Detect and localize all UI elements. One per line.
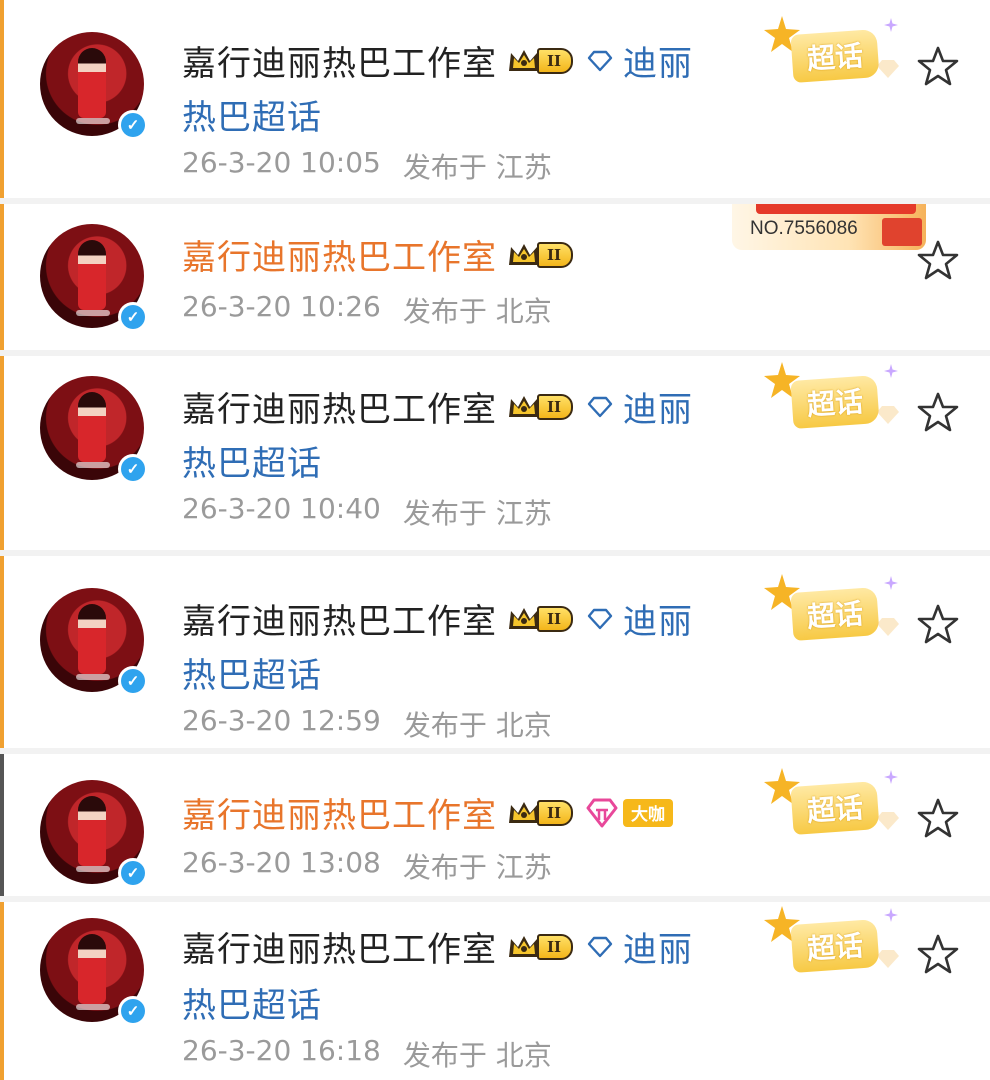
name-line: 嘉行迪丽热巴工作室 II 迪丽 [182, 36, 693, 85]
star-outline-icon[interactable] [916, 602, 960, 646]
name-line: 嘉行迪丽热巴工作室 II 迪丽 [182, 594, 693, 643]
post-location: 发布于 江苏 [402, 851, 552, 884]
topic-link[interactable]: 迪丽 [623, 382, 693, 431]
post-location: 发布于 江苏 [402, 497, 552, 530]
avatar-figure [78, 240, 106, 310]
author-name[interactable]: 嘉行迪丽热巴工作室 [182, 788, 497, 837]
name-line: 嘉行迪丽热巴工作室 II 大咖 [182, 788, 674, 837]
post-date: 26-3-20 10:05 [182, 146, 381, 179]
level-badge: II [537, 799, 574, 826]
crown-icon[interactable]: II [507, 930, 574, 964]
crown-icon[interactable]: II [507, 796, 574, 830]
post-header-card: NO.7556086 ✓ 嘉行迪丽热巴工作室 II 26-3-20 10:26 … [0, 204, 990, 350]
avatar-figure [78, 392, 106, 462]
crown-icon[interactable]: II [507, 602, 574, 636]
super-topic-badge[interactable]: 超话 [762, 14, 912, 94]
post-location: 发布于 北京 [402, 709, 552, 742]
avatar-figure [78, 48, 106, 118]
verified-icon: ✓ [118, 858, 148, 888]
level-badge: II [537, 605, 574, 632]
crown-icon[interactable]: II [507, 238, 574, 272]
post-header-card: ✓ 嘉行迪丽热巴工作室 II 迪丽 热巴超话 26-3-20 10:05 发布于… [0, 0, 990, 198]
post-meta: 26-3-20 10:05 发布于 江苏 [182, 146, 552, 186]
avatar-caption [76, 310, 110, 316]
super-topic-badge[interactable]: 超话 [762, 904, 912, 984]
post-header-card: ✓ 嘉行迪丽热巴工作室 II 迪丽 热巴超话 26-3-20 10:40 发布于… [0, 356, 990, 550]
avatar-caption [76, 118, 110, 124]
post-meta: 26-3-20 16:18 发布于 北京 [182, 1034, 552, 1074]
name-line: 嘉行迪丽热巴工作室 II 迪丽 [182, 922, 693, 971]
verified-icon: ✓ [118, 996, 148, 1026]
diamond-outline-icon [587, 936, 613, 958]
name-line: 嘉行迪丽热巴工作室 II [182, 230, 574, 279]
avatar-caption [76, 674, 110, 680]
star-outline-icon[interactable] [916, 238, 960, 282]
topic-link-continued[interactable]: 热巴超话 [182, 978, 322, 1027]
author-name[interactable]: 嘉行迪丽热巴工作室 [182, 922, 497, 971]
author-name[interactable]: 嘉行迪丽热巴工作室 [182, 594, 497, 643]
star-outline-icon[interactable] [916, 390, 960, 434]
star-outline-icon[interactable] [916, 932, 960, 976]
post-date: 26-3-20 10:40 [182, 492, 381, 525]
avatar[interactable]: ✓ [40, 376, 148, 484]
avatar[interactable]: ✓ [40, 224, 148, 332]
avatar[interactable]: ✓ [40, 32, 148, 140]
post-meta: 26-3-20 13:08 发布于 江苏 [182, 846, 552, 886]
name-line: 嘉行迪丽热巴工作室 II 迪丽 [182, 382, 693, 431]
post-location: 发布于 北京 [402, 1039, 552, 1072]
star-outline-icon[interactable] [916, 796, 960, 840]
avatar[interactable]: ✓ [40, 588, 148, 696]
star-outline-icon[interactable] [916, 44, 960, 88]
avatar-figure [78, 934, 106, 1004]
post-date: 26-3-20 10:26 [182, 290, 381, 323]
post-date: 26-3-20 12:59 [182, 704, 381, 737]
post-meta: 26-3-20 10:40 发布于 江苏 [182, 492, 552, 532]
avatar-figure [78, 604, 106, 674]
post-header-card: ✓ 嘉行迪丽热巴工作室 II 迪丽 热巴超话 26-3-20 16:18 发布于… [0, 902, 990, 1080]
level-badge: II [537, 393, 574, 420]
verified-icon: ✓ [118, 302, 148, 332]
post-meta: 26-3-20 10:26 发布于 北京 [182, 290, 552, 330]
topic-link-continued[interactable]: 热巴超话 [182, 90, 322, 139]
topic-link[interactable]: 迪丽 [623, 922, 693, 971]
crown-icon[interactable]: II [507, 390, 574, 424]
level-badge: II [537, 241, 574, 268]
avatar-caption [76, 1004, 110, 1010]
author-name[interactable]: 嘉行迪丽热巴工作室 [182, 230, 497, 279]
avatar[interactable]: ✓ [40, 780, 148, 888]
author-name[interactable]: 嘉行迪丽热巴工作室 [182, 382, 497, 431]
author-name[interactable]: 嘉行迪丽热巴工作室 [182, 36, 497, 85]
crown-icon[interactable]: II [507, 44, 574, 78]
level-badge: II [537, 47, 574, 74]
topic-link-continued[interactable]: 热巴超话 [182, 648, 322, 697]
fan-tag: 大咖 [623, 798, 674, 827]
topic-link[interactable]: 迪丽 [623, 36, 693, 85]
fan-number-badge: NO.7556086 [732, 204, 926, 250]
avatar[interactable]: ✓ [40, 918, 148, 1026]
topic-link[interactable]: 迪丽 [623, 594, 693, 643]
super-topic-badge[interactable]: 超话 [762, 360, 912, 440]
post-header-card: ✓ 嘉行迪丽热巴工作室 II 迪丽 热巴超话 26-3-20 12:59 发布于… [0, 556, 990, 748]
post-location: 发布于 江苏 [402, 151, 552, 184]
pink-gem-icon[interactable]: 大咖 [585, 798, 674, 828]
avatar-caption [76, 462, 110, 468]
topic-link-continued[interactable]: 热巴超话 [182, 436, 322, 485]
diamond-outline-icon [587, 608, 613, 630]
super-topic-badge[interactable]: 超话 [762, 766, 912, 846]
super-topic-badge[interactable]: 超话 [762, 572, 912, 652]
post-meta: 26-3-20 12:59 发布于 北京 [182, 704, 552, 744]
avatar-caption [76, 866, 110, 872]
diamond-outline-icon [587, 396, 613, 418]
post-header-card: ✓ 嘉行迪丽热巴工作室 II 大咖 26-3-20 13:08 发布于 江苏 超… [0, 754, 990, 896]
verified-icon: ✓ [118, 666, 148, 696]
avatar-figure [78, 796, 106, 866]
diamond-outline-icon [587, 50, 613, 72]
post-location: 发布于 北京 [402, 295, 552, 328]
post-date: 26-3-20 13:08 [182, 846, 381, 879]
verified-icon: ✓ [118, 110, 148, 140]
post-date: 26-3-20 16:18 [182, 1034, 381, 1067]
verified-icon: ✓ [118, 454, 148, 484]
level-badge: II [537, 933, 574, 960]
